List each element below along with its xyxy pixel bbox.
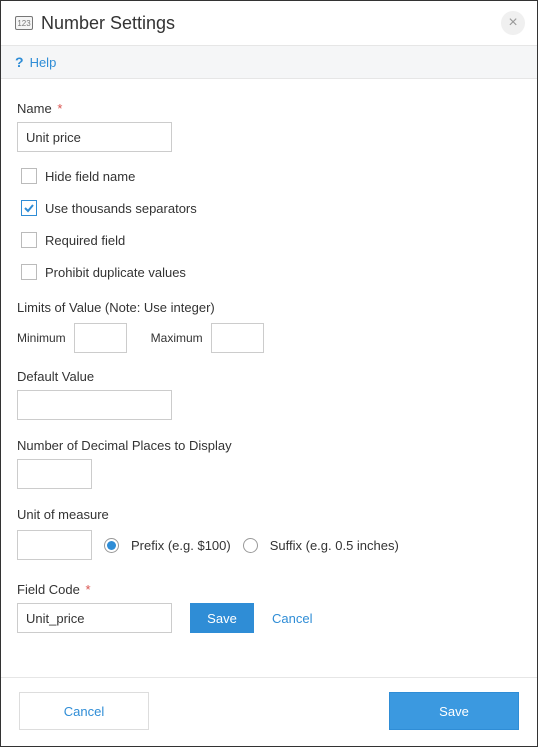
unit-of-measure-input[interactable] bbox=[17, 530, 92, 560]
hide-field-name-checkbox[interactable] bbox=[21, 168, 37, 184]
minimum-label: Minimum bbox=[17, 331, 66, 345]
required-field-checkbox[interactable] bbox=[21, 232, 37, 248]
maximum-input[interactable] bbox=[211, 323, 264, 353]
field-code-label: Field Code * bbox=[17, 582, 521, 597]
unit-of-measure-row: Prefix (e.g. $100) Suffix (e.g. 0.5 inch… bbox=[17, 530, 521, 560]
field-code-label-text: Field Code bbox=[17, 582, 80, 597]
help-link[interactable]: Help bbox=[30, 55, 57, 70]
hide-field-name-label: Hide field name bbox=[45, 169, 135, 184]
form-body: Name * Hide field name Use thousands sep… bbox=[1, 79, 537, 677]
minimum-input[interactable] bbox=[74, 323, 127, 353]
thousands-separators-label: Use thousands separators bbox=[45, 201, 197, 216]
required-field-label: Required field bbox=[45, 233, 125, 248]
close-button[interactable]: × bbox=[501, 11, 525, 35]
required-mark: * bbox=[57, 101, 62, 116]
hide-field-name-row: Hide field name bbox=[21, 168, 521, 184]
limits-row: Minimum Maximum bbox=[17, 323, 521, 353]
default-value-label: Default Value bbox=[17, 369, 521, 384]
field-code-cancel-link[interactable]: Cancel bbox=[272, 611, 312, 626]
name-input[interactable] bbox=[17, 122, 172, 152]
close-icon: × bbox=[508, 14, 517, 32]
required-field-row: Required field bbox=[21, 232, 521, 248]
field-code-save-button[interactable]: Save bbox=[190, 603, 254, 633]
required-mark: * bbox=[86, 582, 91, 597]
thousands-separators-row: Use thousands separators bbox=[21, 200, 521, 216]
thousands-separators-checkbox[interactable] bbox=[21, 200, 37, 216]
prohibit-duplicate-checkbox[interactable] bbox=[21, 264, 37, 280]
help-icon: ? bbox=[15, 54, 24, 70]
dialog-footer: Cancel Save bbox=[1, 677, 537, 746]
cancel-button[interactable]: Cancel bbox=[19, 692, 149, 730]
save-button[interactable]: Save bbox=[389, 692, 519, 730]
dialog-title: Number Settings bbox=[41, 13, 501, 34]
number-field-icon: 123 bbox=[15, 16, 33, 30]
name-label: Name * bbox=[17, 101, 521, 116]
suffix-label: Suffix (e.g. 0.5 inches) bbox=[270, 538, 399, 553]
field-code-input[interactable] bbox=[17, 603, 172, 633]
prohibit-duplicate-row: Prohibit duplicate values bbox=[21, 264, 521, 280]
decimal-places-label: Number of Decimal Places to Display bbox=[17, 438, 521, 453]
unit-of-measure-label: Unit of measure bbox=[17, 507, 521, 522]
help-bar: ? Help bbox=[1, 45, 537, 79]
prohibit-duplicate-label: Prohibit duplicate values bbox=[45, 265, 186, 280]
field-code-row: Save Cancel bbox=[17, 603, 521, 633]
default-value-input[interactable] bbox=[17, 390, 172, 420]
titlebar: 123 Number Settings × bbox=[1, 1, 537, 45]
suffix-radio[interactable] bbox=[243, 538, 258, 553]
number-settings-dialog: 123 Number Settings × ? Help Name * Hide… bbox=[0, 0, 538, 747]
name-label-text: Name bbox=[17, 101, 52, 116]
prefix-radio[interactable] bbox=[104, 538, 119, 553]
prefix-label: Prefix (e.g. $100) bbox=[131, 538, 231, 553]
maximum-label: Maximum bbox=[151, 331, 203, 345]
limits-label: Limits of Value (Note: Use integer) bbox=[17, 300, 521, 315]
decimal-places-input[interactable] bbox=[17, 459, 92, 489]
